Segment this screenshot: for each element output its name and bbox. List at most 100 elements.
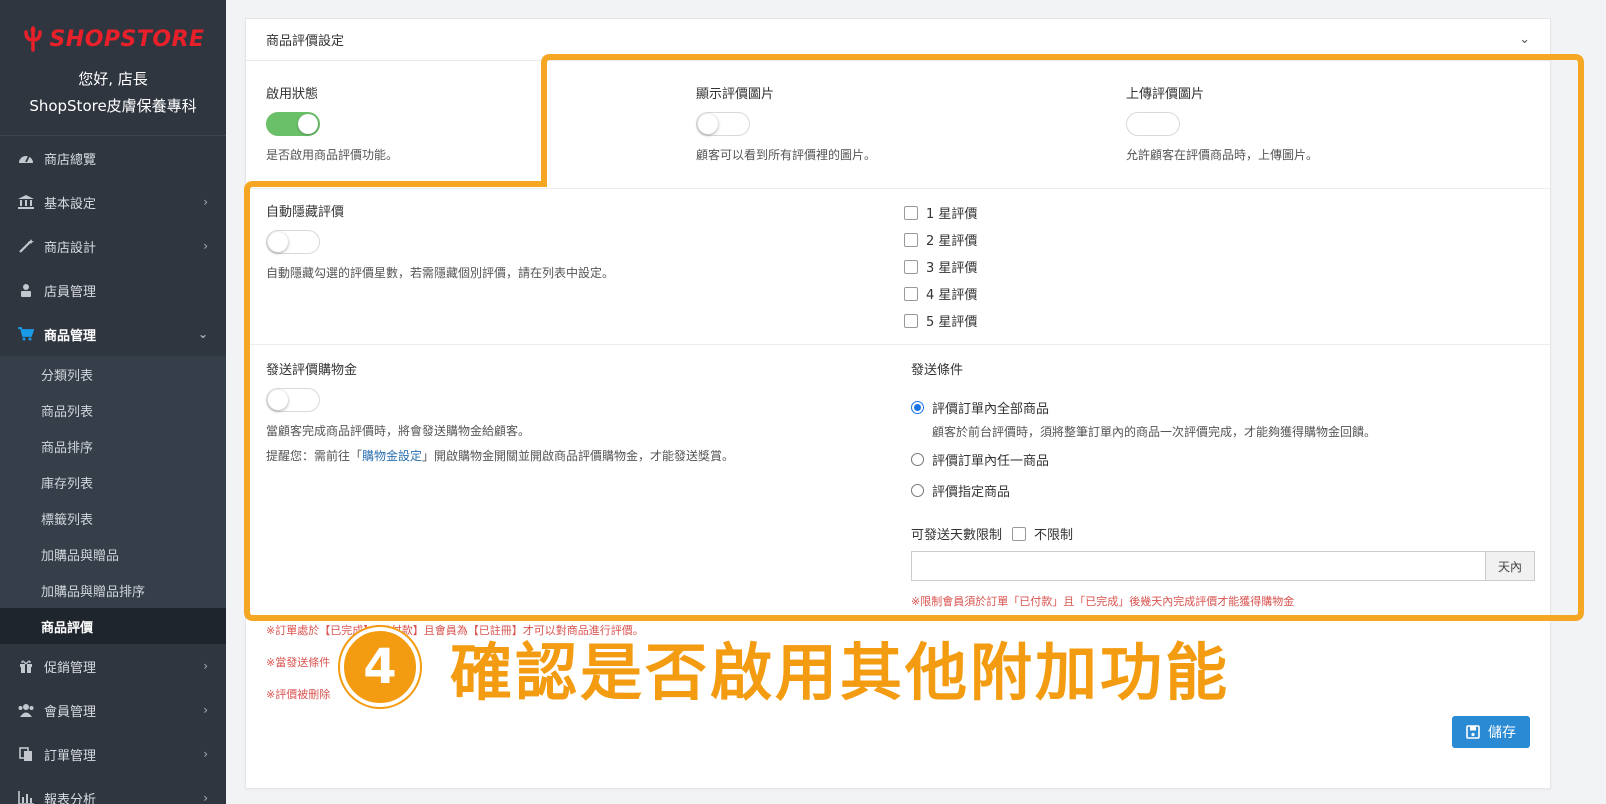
chevron-right-icon: › — [203, 703, 208, 717]
toggle-knob — [268, 390, 288, 410]
auto-hide-toggle[interactable] — [266, 230, 320, 254]
star-4-checkbox[interactable] — [904, 286, 918, 301]
send-conditions: 發送條件 評價訂單內全部商品 顧客於前台評價時，須將整筆訂單內的商品一次評價完成… — [911, 359, 1535, 609]
cart-icon — [16, 327, 36, 341]
sidebar-item-members[interactable]: 會員管理 › — [0, 688, 226, 732]
subnav-item-addons-gifts-sort[interactable]: 加購品與贈品排序 — [0, 572, 226, 608]
star-1-option[interactable]: 1 星評價 — [904, 199, 977, 226]
subnav-item-inventory[interactable]: 庫存列表 — [0, 464, 226, 500]
condition-option-specific[interactable]: 評價指定商品 — [911, 481, 1535, 500]
users-icon — [16, 703, 36, 717]
enable-help: 是否啟用商品評價功能。 — [266, 148, 399, 162]
sidebar-item-label: 促銷管理 — [44, 660, 97, 676]
star-4-option[interactable]: 4 星評價 — [904, 280, 977, 307]
chevron-right-icon: › — [203, 747, 208, 761]
settings-row-auto-hide: 自動隱藏評價 自動隱藏勾選的評價星數，若需隱藏個別評價，請在列表中設定。 1 星… — [246, 189, 1550, 345]
subnav-item-tags[interactable]: 標籤列表 — [0, 500, 226, 536]
upload-images-help: 允許顧客在評價商品時，上傳圖片。 — [1126, 148, 1319, 162]
star-3-checkbox[interactable] — [904, 259, 918, 274]
save-button[interactable]: 儲存 — [1452, 716, 1530, 748]
chevron-right-icon: › — [203, 239, 208, 253]
condition-any-radio[interactable] — [911, 453, 924, 466]
subnav-item-product-sort[interactable]: 商品排序 — [0, 428, 226, 464]
star-2-option[interactable]: 2 星評價 — [904, 226, 977, 253]
star-4-label: 4 星評價 — [926, 288, 978, 303]
sidebar-item-orders[interactable]: 訂單管理 › — [0, 732, 226, 776]
unlimited-label: 不限制 — [1034, 528, 1074, 543]
sidebar: SHOPSTORE 您好, 店長 ShopStore皮膚保養專科 商店總覽 基本… — [0, 0, 226, 804]
settings-row-reward: 發送評價購物金 當顧客完成商品評價時，將會發送購物金給顧客。 提醒您：需前往「購… — [246, 345, 1550, 610]
star-3-option[interactable]: 3 星評價 — [904, 253, 977, 280]
greeting: 您好, 店長 — [78, 70, 148, 88]
upload-images-label: 上傳評價圖片 — [1126, 87, 1205, 102]
days-input[interactable] — [911, 551, 1485, 581]
condition-all-radio[interactable] — [911, 401, 924, 414]
subnav-item-addons-gifts[interactable]: 加購品與贈品 — [0, 536, 226, 572]
star-checkbox-list: 1 星評價 2 星評價 3 星評價 4 星評價 5 星評價 — [904, 199, 977, 334]
reward-reminder-suffix: 」開啟購物金開關並開啟商品評價購物金，才能發送獎賞。 — [422, 449, 735, 463]
sidebar-item-label: 會員管理 — [44, 704, 97, 720]
sidebar-item-staff[interactable]: 店員管理 — [0, 268, 226, 312]
days-input-group: 天內 — [911, 551, 1535, 581]
subnav-item-product-list[interactable]: 商品列表 — [0, 392, 226, 428]
sidebar-item-promotions[interactable]: 促銷管理 › — [0, 644, 226, 688]
show-images-toggle[interactable] — [696, 112, 750, 136]
bank-icon — [16, 195, 36, 209]
enable-label: 啟用狀態 — [266, 87, 319, 102]
shopstore-logo[interactable]: SHOPSTORE — [21, 26, 204, 52]
chevron-right-icon: › — [203, 659, 208, 673]
reward-label: 發送評價購物金 — [266, 363, 358, 378]
sidebar-nav: 商店總覽 基本設定 › 商店設計 › 店員管理 商品管理 ⌄ — [0, 136, 226, 356]
sidebar-item-label: 基本設定 — [44, 196, 97, 212]
conditions-label: 發送條件 — [911, 363, 964, 378]
sidebar-item-reports[interactable]: 報表分析 › — [0, 776, 226, 804]
reward-setting: 發送評價購物金 當顧客完成商品評價時，將會發送購物金給顧客。 提醒您：需前往「購… — [266, 359, 734, 464]
condition-option-all[interactable]: 評價訂單內全部商品 — [911, 398, 1535, 417]
chevron-down-icon[interactable]: ⌄ — [1519, 32, 1530, 47]
star-5-option[interactable]: 5 星評價 — [904, 307, 977, 334]
reward-toggle[interactable] — [266, 388, 320, 412]
days-warning: ※限制會員須於訂單「已付款」且「已完成」後幾天內完成評價才能獲得購物金 — [911, 595, 1295, 608]
star-3-label: 3 星評價 — [926, 261, 978, 276]
subnav-item-product-reviews[interactable]: 商品評價 — [0, 608, 226, 644]
star-1-checkbox[interactable] — [904, 205, 918, 220]
subnav-item-categories[interactable]: 分類列表 — [0, 356, 226, 392]
card-title: 商品評價設定 — [266, 34, 345, 49]
auto-hide-label: 自動隱藏評價 — [266, 205, 345, 220]
unlimited-checkbox[interactable] — [1012, 526, 1027, 541]
star-5-label: 5 星評價 — [926, 315, 978, 330]
condition-specific-radio[interactable] — [911, 484, 924, 497]
magic-wand-icon — [16, 239, 36, 253]
star-2-label: 2 星評價 — [926, 234, 978, 249]
condition-option-any[interactable]: 評價訂單內任一商品 — [911, 450, 1535, 469]
toggle-knob — [268, 232, 288, 252]
star-2-checkbox[interactable] — [904, 232, 918, 247]
note-item: ※訂單處於【已完成】【已付款】且會員為【已註冊】才可以對商品進行評價。 — [266, 624, 644, 637]
copy-icon — [16, 746, 36, 762]
toggle-knob — [698, 114, 718, 134]
settings-row-toggles: 啟用狀態 是否啟用商品評價功能。 顯示評價圖片 顧客可以看到所有評價裡的圖片。 … — [246, 61, 1550, 189]
sidebar-nav-lower: 促銷管理 › 會員管理 › 訂單管理 › 報表分析 › — [0, 644, 226, 804]
sidebar-item-label: 商店設計 — [44, 240, 97, 256]
wallet-settings-link[interactable]: 購物金設定 — [362, 449, 422, 463]
sidebar-item-label: 商店總覽 — [44, 152, 97, 168]
show-images-help: 顧客可以看到所有評價裡的圖片。 — [696, 148, 877, 162]
sidebar-item-products[interactable]: 商品管理 ⌄ — [0, 312, 226, 356]
show-images-label: 顯示評價圖片 — [696, 87, 775, 102]
notes-list: ※訂單處於【已完成】【已付款】且會員為【已註冊】才可以對商品進行評價。 ※當發送… — [266, 623, 644, 719]
upload-images-toggle[interactable] — [1126, 112, 1180, 136]
sidebar-item-label: 報表分析 — [44, 792, 97, 804]
sidebar-item-basic-settings[interactable]: 基本設定 › — [0, 180, 226, 224]
save-label: 儲存 — [1488, 725, 1516, 741]
reward-help: 當顧客完成商品評價時，將會發送購物金給顧客。 — [266, 424, 531, 438]
card-header[interactable]: 商品評價設定 ⌄ — [246, 19, 1550, 61]
toggle-knob — [298, 114, 318, 134]
days-limit-label: 可發送天數限制 — [911, 528, 1003, 543]
logo-mark-icon — [24, 26, 43, 52]
enable-setting: 啟用狀態 是否啟用商品評價功能。 — [266, 83, 398, 163]
sidebar-item-store-design[interactable]: 商店設計 › — [0, 224, 226, 268]
enable-toggle[interactable] — [266, 112, 320, 136]
gift-icon — [16, 659, 36, 673]
star-5-checkbox[interactable] — [904, 313, 918, 328]
sidebar-item-dashboard[interactable]: 商店總覽 — [0, 136, 226, 180]
